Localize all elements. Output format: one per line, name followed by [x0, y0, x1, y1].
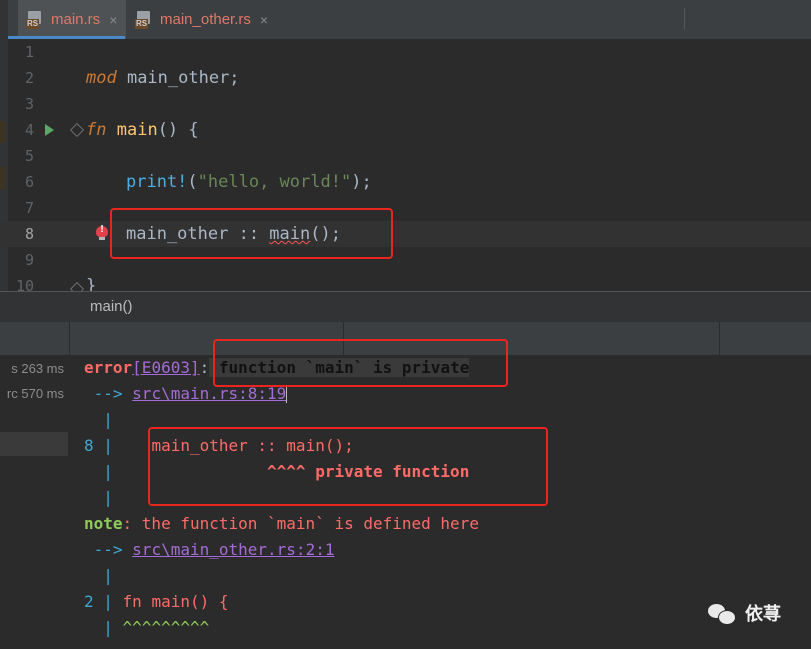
annotation-box	[148, 427, 548, 506]
fold-marker-icon[interactable]	[69, 122, 85, 138]
rust-file-icon: RS	[135, 10, 153, 29]
tab-main-other-rs[interactable]: RS main_other.rs ×	[135, 0, 285, 39]
line-number: 4	[24, 121, 34, 139]
code-text: fn main() {	[86, 120, 199, 140]
text-cursor	[286, 386, 288, 403]
code-text: mod main_other;	[86, 68, 240, 88]
code-text: }	[86, 276, 97, 291]
line-number: 5	[24, 147, 34, 165]
tab-bar-divider	[684, 8, 685, 30]
rust-file-icon: RS	[26, 10, 44, 29]
line-number: 7	[24, 199, 34, 217]
output-line: | ^^^^^^^^^	[84, 618, 210, 637]
code-line: 3	[0, 91, 811, 117]
editor-tab-bar: RS main.rs × RS main_other.rs ×	[0, 0, 811, 39]
tab-label: main_other.rs	[160, 11, 251, 28]
watermark-text: 依荨	[745, 604, 781, 625]
error-code-link[interactable]: [E0603]	[132, 358, 199, 377]
code-line: 6 print!("hello, world!");	[0, 169, 811, 195]
run-tree: s 263 ms rc 570 ms	[0, 355, 70, 649]
wechat-icon	[708, 602, 736, 625]
output-line: |	[84, 410, 113, 429]
watermark: 依荨	[708, 600, 781, 626]
line-number: 8	[24, 225, 34, 243]
output-line: --> src\main_other.rs:2:1	[84, 540, 335, 559]
code-line: 5	[0, 143, 811, 169]
line-number: 9	[24, 251, 34, 269]
header-divider	[69, 322, 70, 355]
source-location-link[interactable]: src\main_other.rs:2:1	[132, 540, 334, 559]
close-icon[interactable]: ×	[109, 12, 117, 28]
close-icon[interactable]: ×	[260, 12, 268, 28]
tool-window-strip	[0, 0, 8, 39]
annotation-box	[110, 208, 393, 259]
timing-label: rc 570 ms	[6, 386, 64, 401]
fold-marker-icon[interactable]	[69, 281, 85, 291]
selected-run-row[interactable]	[0, 432, 68, 456]
code-line: 10 }	[0, 273, 811, 291]
line-number: 1	[24, 43, 34, 61]
code-line: 4 fn main() {	[0, 117, 811, 143]
breadcrumb-item[interactable]: main()	[90, 298, 133, 315]
line-number: 3	[24, 95, 34, 113]
output-line: 2 | fn main() {	[84, 592, 229, 611]
line-number: 10	[15, 277, 34, 291]
code-text: print!("hello, world!");	[126, 172, 372, 192]
run-output-panel[interactable]: s 263 ms rc 570 ms error[E0603]: functio…	[0, 339, 811, 649]
header-divider	[719, 322, 720, 355]
tab-label: main.rs	[51, 11, 101, 28]
code-editor[interactable]: 1 2 mod main_other; 3 4 fn main() { 5 6 …	[0, 39, 811, 291]
run-icon[interactable]	[45, 124, 54, 136]
annotation-box	[213, 339, 508, 387]
tab-main-rs[interactable]: RS main.rs ×	[8, 0, 126, 39]
output-line: |	[84, 488, 113, 507]
timing-label: s 263 ms	[11, 361, 64, 376]
output-line: |	[84, 566, 113, 585]
line-number: 2	[24, 69, 34, 87]
code-line: 2 mod main_other;	[0, 65, 811, 91]
breadcrumb[interactable]: main()	[0, 291, 811, 322]
error-bulb-icon[interactable]: !	[96, 224, 108, 241]
code-line: 1	[0, 39, 811, 65]
line-number: 6	[24, 173, 34, 191]
output-line: note: the function `main` is defined her…	[84, 514, 479, 533]
